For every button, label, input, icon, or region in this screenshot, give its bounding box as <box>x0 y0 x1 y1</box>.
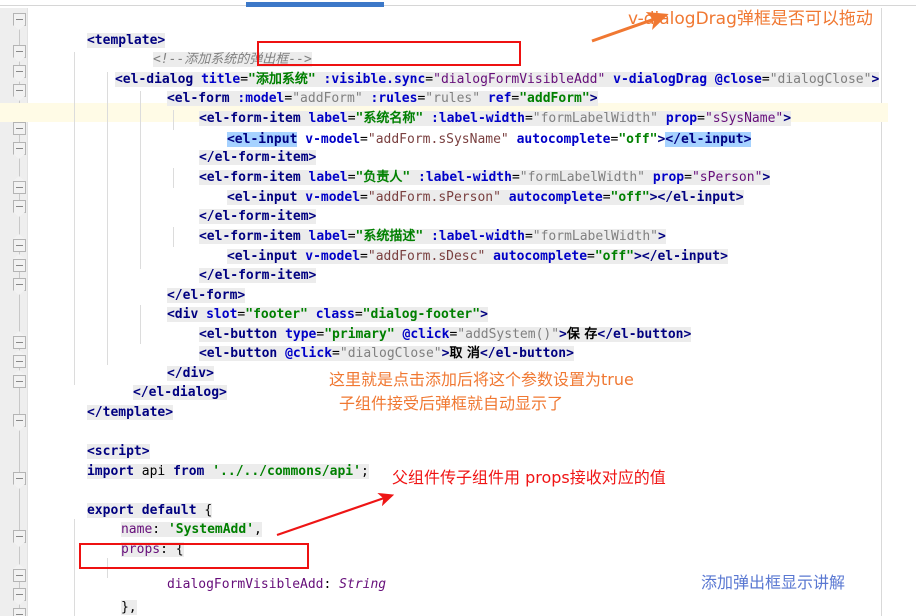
code-editor-screenshot: <template> <!--添加系统的弹出框--> <el-dialog ti… <box>0 0 916 616</box>
arrow-drag <box>276 11 669 537</box>
annotation-page-title: 添加弹出框显示讲解 <box>701 573 846 592</box>
annotation-set-true-line1: 这里就是点击添加后将这个参数设置为true <box>329 370 634 389</box>
annotation-set-true-line2: 子组件接受后弹框就自动显示了 <box>339 394 564 413</box>
annotation-props-receive: 父组件传子组件用 props接收对应的值 <box>392 468 666 487</box>
annotation-dialog-drag: v-dialogDrag弹框是否可以拖动 <box>628 9 873 29</box>
